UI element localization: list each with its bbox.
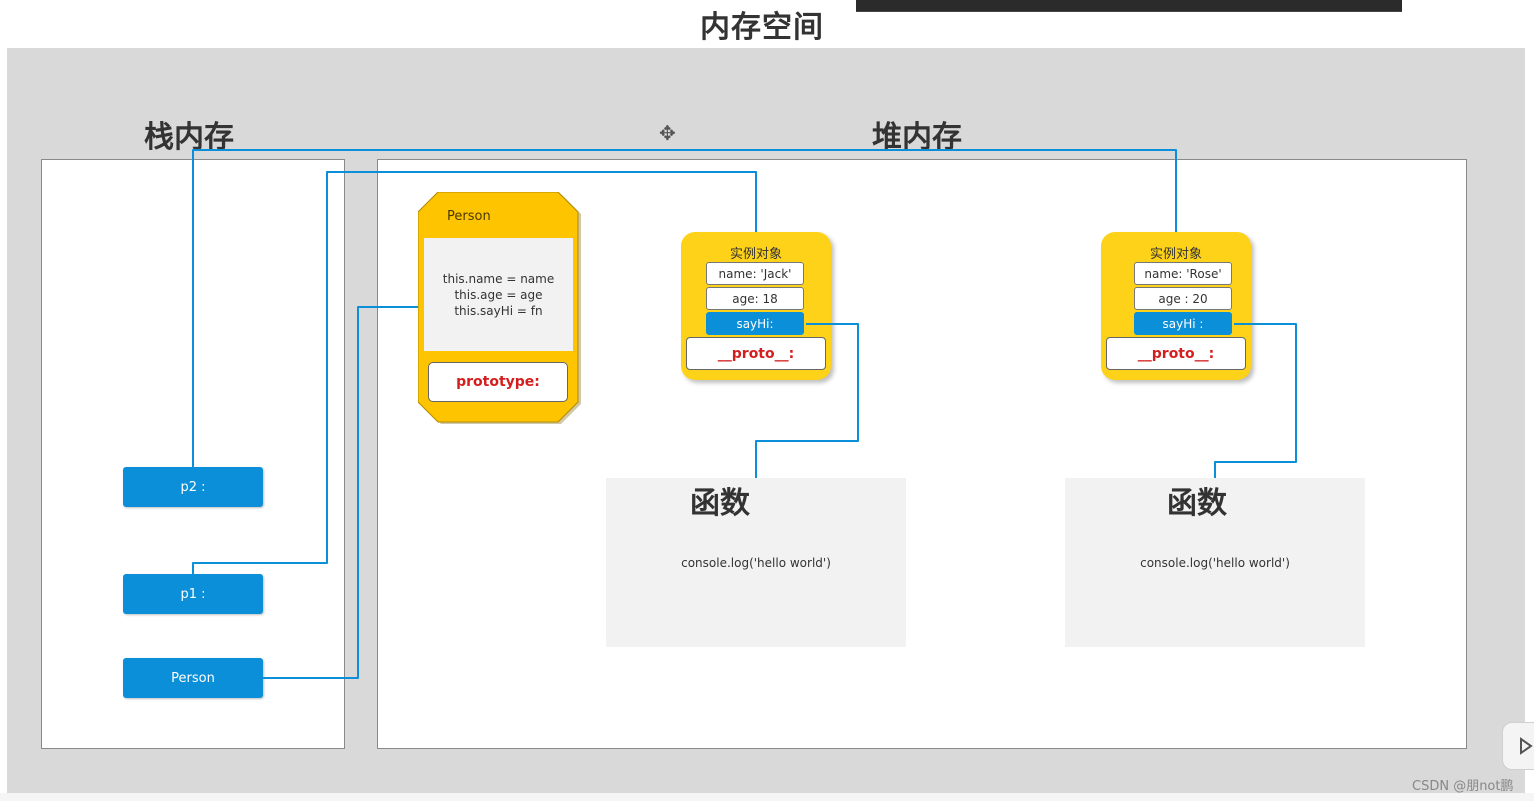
stack-var-p2: p2 :: [123, 467, 263, 507]
function-code-1: console.log('hello world'): [681, 556, 831, 570]
instance-field-sayhi: sayHi :: [1134, 312, 1232, 335]
instance-field-age: age: 18: [706, 287, 804, 310]
side-play-button[interactable]: [1502, 722, 1534, 770]
stack-var-person: Person: [123, 658, 263, 698]
function-title-2: 函数: [1167, 486, 1227, 521]
page-title: 内存空间: [700, 10, 824, 45]
stack-var-p1: p1 :: [123, 574, 263, 614]
constructor-line-age: this.age = age: [454, 287, 543, 302]
constructor-line-sayhi: this.sayHi = fn: [454, 303, 543, 318]
instance-field-proto: __proto__:: [686, 337, 826, 370]
instance-field-age: age : 20: [1134, 287, 1232, 310]
constructor-line-name: this.name = name: [442, 271, 555, 286]
function-code-2: console.log('hello world'): [1140, 556, 1290, 570]
constructor-body: this.name = name this.age = age this.say…: [424, 238, 573, 351]
play-icon: [1520, 737, 1533, 755]
instance-heading: 实例对象: [1149, 247, 1202, 262]
constructor-prototype-field: prototype:: [428, 362, 568, 402]
instance-field-proto: __proto__:: [1106, 337, 1246, 370]
stack-memory-title: 栈内存: [144, 120, 234, 155]
bottom-strip: [0, 793, 1534, 801]
watermark: CSDN @朋not鹏: [1412, 779, 1514, 794]
function-title-1: 函数: [690, 486, 750, 521]
instance-field-name: name: 'Jack': [706, 262, 804, 285]
instance-field-name: name: 'Rose': [1134, 262, 1232, 285]
instance-field-sayhi: sayHi:: [706, 312, 804, 335]
move-icon[interactable]: ✥: [659, 121, 676, 145]
code-editor-strip: [856, 0, 1402, 12]
heap-memory-title: 堆内存: [872, 120, 962, 155]
constructor-name: Person: [447, 209, 491, 224]
instance-heading: 实例对象: [729, 247, 782, 262]
